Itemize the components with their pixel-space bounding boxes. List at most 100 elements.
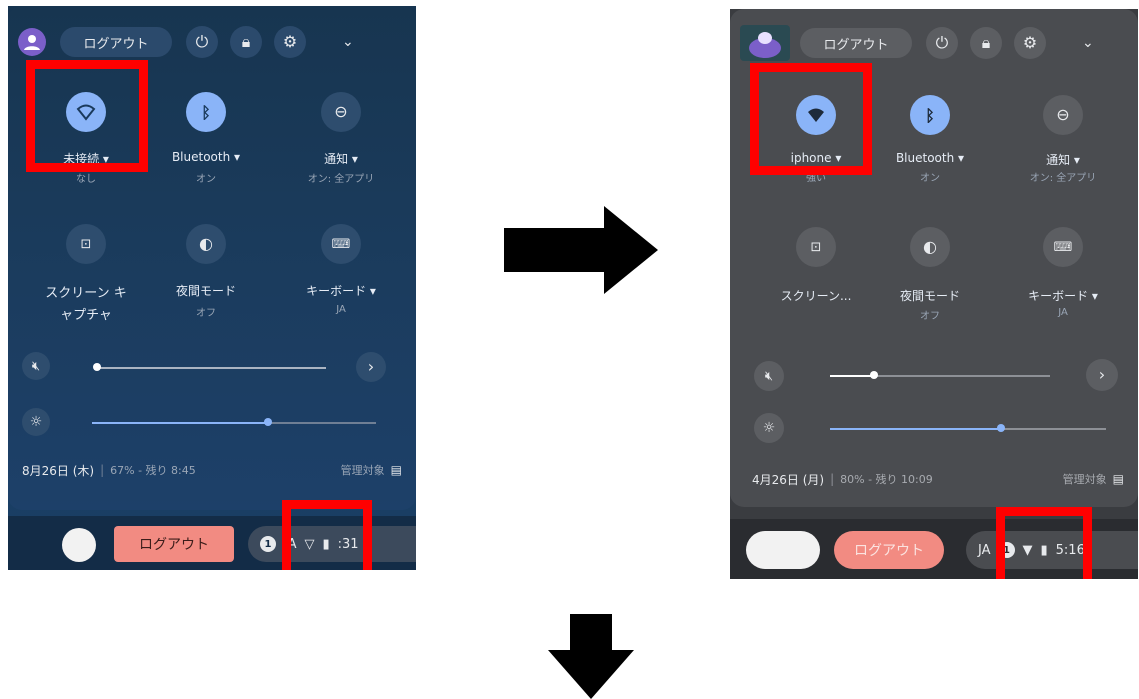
tile-notifications[interactable]: ⊖ 通知 ▾ オン: 全アプリ xyxy=(1008,95,1118,184)
launcher-button[interactable] xyxy=(62,528,96,562)
tile-screen-capture-label2: ャプチャ xyxy=(60,308,112,323)
lock-icon: 🔒︎ xyxy=(981,33,991,52)
tile-keyboard-label: キーボード ▾ xyxy=(306,284,376,298)
tile-notifications[interactable]: ⊖ 通知 ▾ オン: 全アプリ xyxy=(286,92,396,185)
tile-keyboard-sub: JA xyxy=(336,304,346,315)
power-icon: ⏻ xyxy=(195,32,209,51)
notification-badge: 1 xyxy=(260,536,276,552)
shelf-logout-button[interactable]: ログアウト xyxy=(114,526,234,562)
mute-button[interactable]: 🔇︎ xyxy=(754,361,784,391)
tile-night-mode-label: 夜間モード xyxy=(175,284,236,298)
tile-keyboard[interactable]: ⌨ キーボード ▾ JA xyxy=(1008,227,1118,318)
chevron-down-icon: ⌄ xyxy=(342,34,354,50)
tile-screen-capture[interactable]: ⊡ スクリーン キ ャプチャ xyxy=(26,224,146,323)
gear-icon: ⚙ xyxy=(282,32,298,51)
avatar[interactable] xyxy=(18,28,46,56)
notification-icon: ⊖ xyxy=(321,92,361,132)
chevron-right-icon: › xyxy=(1098,365,1106,384)
tile-bluetooth-sub: オン xyxy=(196,174,216,185)
brightness-slider-fill xyxy=(830,428,1001,430)
launcher-button[interactable] xyxy=(746,531,820,569)
brightness-icon: ☼ xyxy=(29,414,43,430)
volume-muted-icon: 🔇︎ xyxy=(764,368,774,384)
right-screenshot: ログアウト ⏻ 🔒︎ ⚙ ⌄ iphone ▾ 強い ᛒ Bluetooth ▾… xyxy=(730,9,1138,579)
tile-notifications-sub: オン: 全アプリ xyxy=(1029,173,1097,184)
date-label[interactable]: 8月26日 (木) xyxy=(22,462,94,479)
tile-bluetooth-label: Bluetooth ▾ xyxy=(895,151,965,165)
brightness-slider-thumb[interactable] xyxy=(997,424,1005,432)
screen-capture-icon: ⊡ xyxy=(66,224,106,264)
night-mode-icon: ◐ xyxy=(910,227,950,267)
lock-button[interactable]: 🔒︎ xyxy=(970,27,1002,59)
tile-notifications-sub: オン: 全アプリ xyxy=(307,174,375,185)
tile-screen-capture-label: スクリーン... xyxy=(780,289,852,303)
arrow-down-icon xyxy=(548,614,634,699)
managed-icon: ▤ xyxy=(1112,472,1124,486)
volume-slider-thumb[interactable] xyxy=(93,363,101,371)
bluetooth-icon: ᛒ xyxy=(186,92,226,132)
volume-slider-fill xyxy=(830,375,874,377)
tile-screen-capture-label: スクリーン キ xyxy=(45,286,127,301)
arrow-right-icon xyxy=(504,206,658,294)
brightness-slider-fill xyxy=(92,422,268,424)
settings-button[interactable]: ⚙ xyxy=(274,26,306,58)
chevron-right-icon: › xyxy=(367,357,375,376)
highlight-wifi-tile xyxy=(26,60,148,172)
keyboard-icon: ⌨ xyxy=(1043,227,1083,267)
battery-label: 80% - 残り 10:09 xyxy=(840,473,933,486)
tile-night-mode[interactable]: ◐ 夜間モード オフ xyxy=(880,227,980,322)
tile-notifications-label: 通知 ▾ xyxy=(1046,153,1080,167)
tile-bluetooth[interactable]: ᛒ Bluetooth ▾ オン xyxy=(156,92,256,185)
tile-screen-capture[interactable]: ⊡ スクリーン... xyxy=(756,227,876,303)
collapse-button[interactable]: ⌄ xyxy=(342,34,354,50)
tile-night-mode-label: 夜間モード xyxy=(899,289,960,303)
highlight-status-icons xyxy=(282,500,372,570)
tile-bluetooth-label: Bluetooth ▾ xyxy=(171,150,241,164)
collapse-button[interactable]: ⌄ xyxy=(1082,35,1094,51)
power-button[interactable]: ⏻ xyxy=(186,26,218,58)
tile-keyboard[interactable]: ⌨ キーボード ▾ JA xyxy=(286,224,396,315)
tile-bluetooth[interactable]: ᛒ Bluetooth ▾ オン xyxy=(880,95,980,184)
keyboard-icon: ⌨ xyxy=(321,224,361,264)
tile-bluetooth-sub: オン xyxy=(920,173,940,184)
gear-icon: ⚙ xyxy=(1022,33,1038,52)
managed-label[interactable]: 管理対象 xyxy=(341,462,385,478)
ime-indicator: JA xyxy=(978,542,991,558)
volume-slider-thumb[interactable] xyxy=(870,371,878,379)
brightness-button: ☼ xyxy=(754,413,784,443)
volume-muted-icon: 🔇︎ xyxy=(31,358,41,374)
mute-button[interactable]: 🔇︎ xyxy=(22,352,50,380)
tile-night-mode-sub: オフ xyxy=(196,308,216,319)
logout-pill-button[interactable]: ログアウト xyxy=(800,28,912,58)
logout-pill-button[interactable]: ログアウト xyxy=(60,27,172,57)
avatar[interactable] xyxy=(740,25,790,61)
highlight-status-icons xyxy=(996,507,1092,579)
lock-icon: 🔒︎ xyxy=(241,32,251,51)
shelf-logout-button[interactable]: ログアウト xyxy=(834,531,944,569)
settings-button[interactable]: ⚙ xyxy=(1014,27,1046,59)
date-label[interactable]: 4月26日 (月) xyxy=(752,471,824,488)
chevron-down-icon: ⌄ xyxy=(1082,35,1094,51)
managed-label[interactable]: 管理対象 xyxy=(1063,471,1107,487)
audio-settings-button[interactable]: › xyxy=(356,352,386,382)
brightness-icon: ☼ xyxy=(762,420,776,436)
tile-night-mode[interactable]: ◐ 夜間モード オフ xyxy=(156,224,256,319)
tile-night-mode-sub: オフ xyxy=(920,311,940,322)
brightness-button: ☼ xyxy=(22,408,50,436)
audio-settings-button[interactable]: › xyxy=(1086,359,1118,391)
power-icon: ⏻ xyxy=(935,33,949,52)
tile-keyboard-sub: JA xyxy=(1058,307,1068,318)
highlight-wifi-tile xyxy=(750,63,872,175)
notification-icon: ⊖ xyxy=(1043,95,1083,135)
power-button[interactable]: ⏻ xyxy=(926,27,958,59)
managed-icon: ▤ xyxy=(390,463,402,477)
volume-slider-track[interactable] xyxy=(96,367,326,369)
comparison-figure: ログアウト ⏻ 🔒︎ ⚙ ⌄ 未接続 ▾ なし ᛒ Bluetooth ▾ オン xyxy=(0,0,1139,699)
brightness-slider-thumb[interactable] xyxy=(264,418,272,426)
battery-label: 67% - 残り 8:45 xyxy=(110,464,196,477)
tile-keyboard-label: キーボード ▾ xyxy=(1028,289,1098,303)
tile-wifi-sub: なし xyxy=(76,174,96,185)
bluetooth-icon: ᛒ xyxy=(910,95,950,135)
lock-button[interactable]: 🔒︎ xyxy=(230,26,262,58)
tile-notifications-label: 通知 ▾ xyxy=(324,152,358,166)
